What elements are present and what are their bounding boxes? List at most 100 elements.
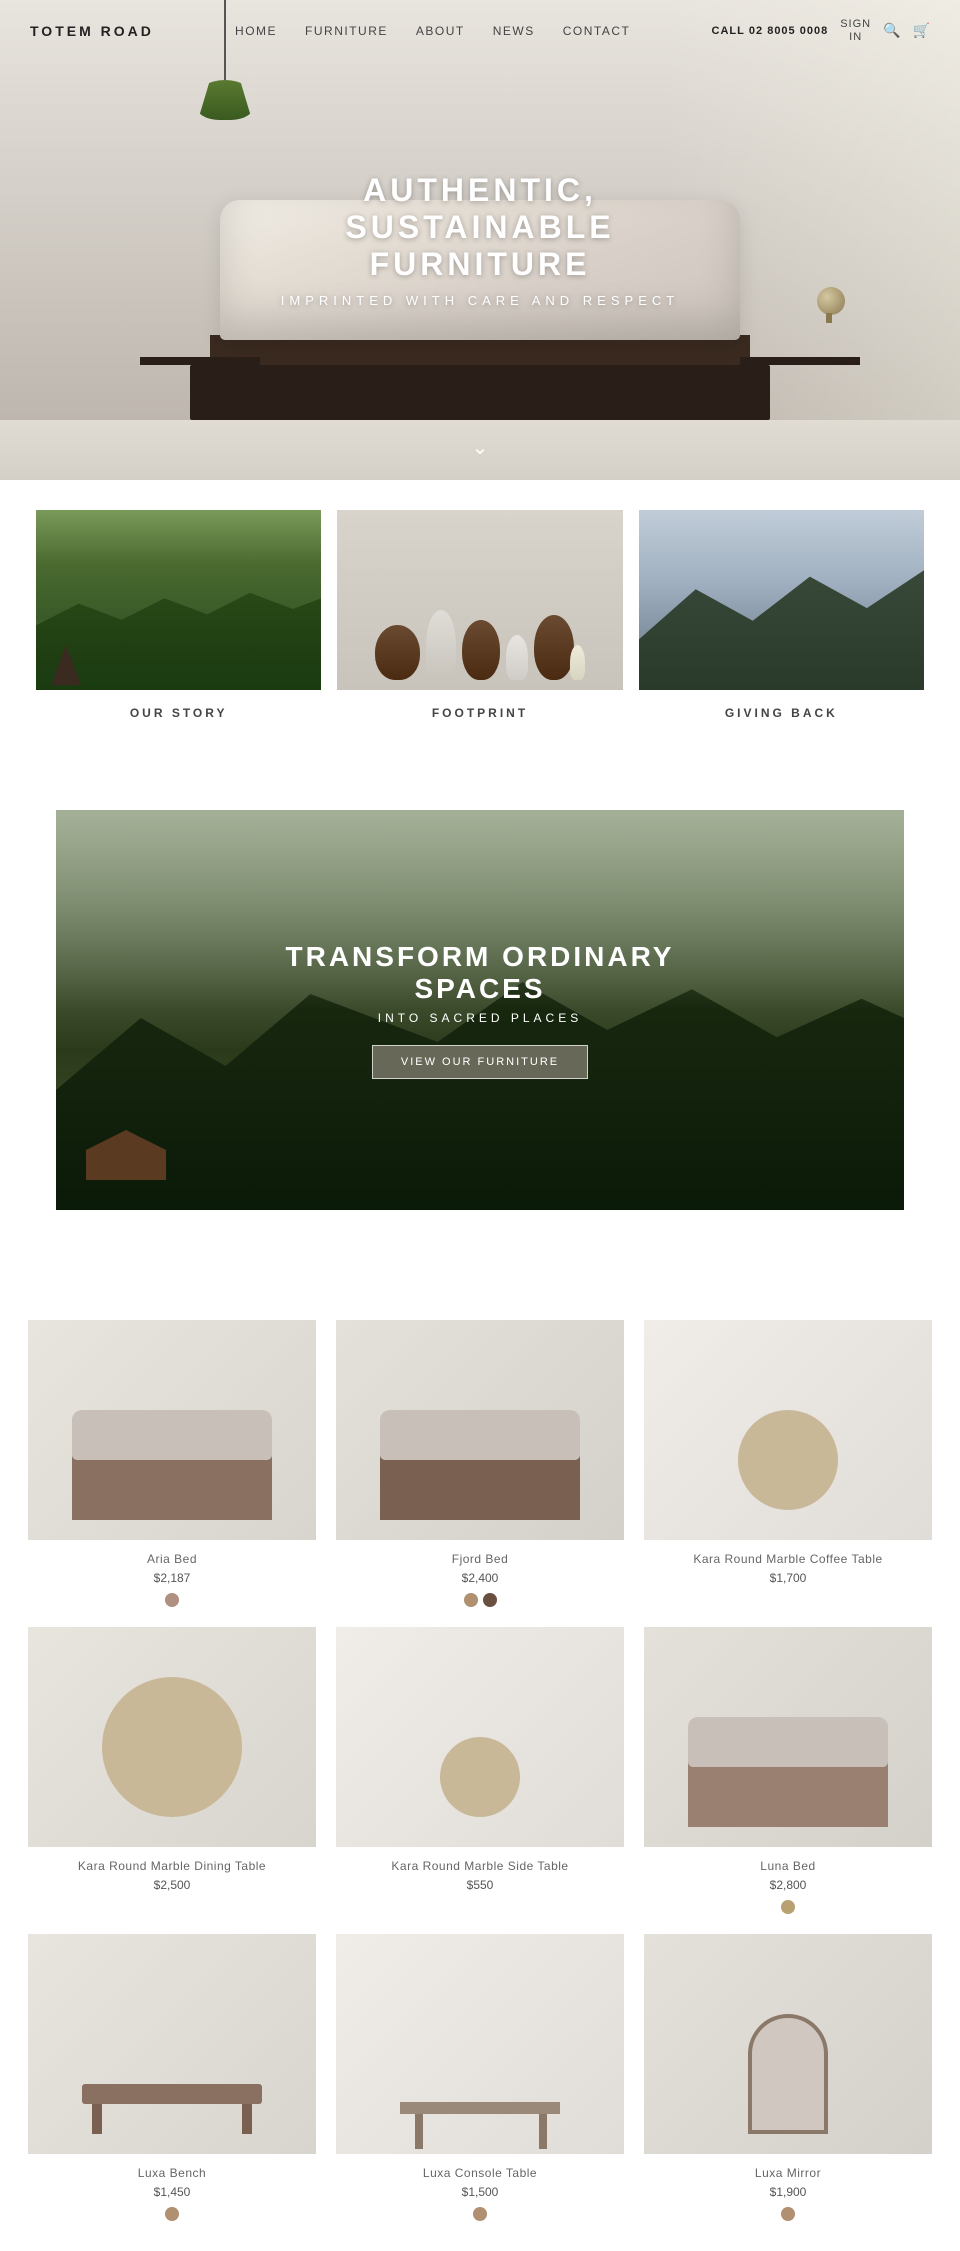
swatch-light[interactable] [464,1593,478,1607]
search-icon[interactable]: 🔍 [883,23,900,40]
swatches-luna-bed [644,1900,932,1914]
product-image-luxa-console [336,1934,624,2154]
product-kara-side-table[interactable]: Kara Round Marble Side Table $550 [336,1627,624,1914]
call-label: CALL [712,25,745,37]
mirror-shape [748,2014,828,2134]
product-luna-bed[interactable]: Luna Bed $2,800 [644,1627,932,1914]
product-price-luxa-console: $1,500 [336,2185,624,2199]
bench-shape [82,2084,262,2104]
product-luxa-console[interactable]: Luxa Console Table $1,500 [336,1934,624,2221]
cart-icon[interactable]: 🛒 [913,23,930,40]
swatch-bench[interactable] [165,2207,179,2221]
col-giving-back[interactable]: GIVING BACK [631,510,932,720]
product-price-kara-coffee: $1,700 [644,1571,932,1585]
footprint-image-container [337,510,622,690]
globe-lamp-neck [826,313,832,323]
product-name-luxa-bench: Luxa Bench [28,2166,316,2180]
product-image-luna-bed [644,1627,932,1847]
product-name-kara-dining: Kara Round Marble Dining Table [28,1859,316,1873]
product-luxa-mirror[interactable]: Luxa Mirror $1,900 [644,1934,932,2221]
product-name-luna-bed: Luna Bed [644,1859,932,1873]
nav-news[interactable]: NEWS [493,24,535,38]
candles-image [337,510,622,690]
hero-title: AUTHENTIC, SUSTAINABLE FURNITURE [240,172,720,283]
giving-back-label: GIVING BACK [639,706,924,720]
forest-image [36,510,321,690]
round-table-shape [738,1410,838,1510]
swatches-luxa-console [336,2207,624,2221]
candle-3 [570,645,585,680]
side-table-right [740,357,860,365]
hero-text-block: AUTHENTIC, SUSTAINABLE FURNITURE IMPRINT… [240,172,720,308]
pendant-shade [195,80,255,120]
product-price-luna-bed: $2,800 [644,1878,932,1892]
swatch-1[interactable] [165,1593,179,1607]
bed-shape-luna [688,1747,888,1827]
product-price-luxa-bench: $1,450 [28,2185,316,2199]
swatches-fjord-bed [336,1593,624,1607]
col-footprint[interactable]: FOOTPRINT [329,510,630,720]
our-story-image [36,510,321,690]
product-price-kara-side: $550 [336,1878,624,1892]
log-2 [462,620,500,680]
product-aria-bed[interactable]: Aria Bed $2,187 [28,1320,316,1607]
product-price-aria-bed: $2,187 [28,1571,316,1585]
navigation: TOTEM ROAD HOME FURNITURE ABOUT NEWS CON… [0,0,960,62]
three-column-section: OUR STORY FOOTPRINT GIVING BACK [0,480,960,750]
phone-number[interactable]: 02 8005 0008 [749,25,828,37]
forest-banner-title: TRANSFORM ORDINARY SPACES [268,941,692,1005]
side-table-shape [440,1737,520,1817]
hero-scroll-chevron[interactable]: ⌄ [472,435,489,460]
swatches-aria-bed [28,1593,316,1607]
product-image-luxa-mirror [644,1934,932,2154]
dining-table-shape [102,1677,242,1817]
bed-platform [190,365,770,420]
product-name-kara-coffee: Kara Round Marble Coffee Table [644,1552,932,1566]
nav-contact[interactable]: CONTACT [563,24,631,38]
product-kara-coffee-table[interactable]: Kara Round Marble Coffee Table $1,700 [644,1320,932,1607]
product-price-kara-dining: $2,500 [28,1878,316,1892]
nav-call-info: CALL 02 8005 0008 [712,25,829,37]
swatch-mirror[interactable] [781,2207,795,2221]
product-price-luxa-mirror: $1,900 [644,2185,932,2199]
swatch-console[interactable] [473,2207,487,2221]
product-fjord-bed[interactable]: Fjord Bed $2,400 [336,1320,624,1607]
nav-links: HOME FURNITURE ABOUT NEWS CONTACT [235,24,630,38]
side-table-left [140,357,260,365]
swatch-luna[interactable] [781,1900,795,1914]
view-furniture-button[interactable]: VIEW OUR FURNITURE [372,1045,588,1079]
product-name-luxa-mirror: Luxa Mirror [644,2166,932,2180]
col-our-story[interactable]: OUR STORY [28,510,329,720]
candle-2 [506,635,528,680]
product-name-luxa-console: Luxa Console Table [336,2166,624,2180]
product-price-fjord-bed: $2,400 [336,1571,624,1585]
product-image-kara-coffee [644,1320,932,1540]
nav-right: CALL 02 8005 0008 SIGNIN 🔍 🛒 [712,18,930,44]
swatches-luxa-bench [28,2207,316,2221]
product-image-fjord-bed [336,1320,624,1540]
products-grid: Aria Bed $2,187 Fjord Bed $2,400 Kara Ro… [28,1320,932,2221]
product-luxa-bench[interactable]: Luxa Bench $1,450 [28,1934,316,2221]
bed-shape-aria [72,1440,272,1520]
nav-about[interactable]: ABOUT [416,24,465,38]
log-3 [534,615,574,680]
swatches-luxa-mirror [644,2207,932,2221]
mountains-image [639,510,924,690]
product-kara-dining-table[interactable]: Kara Round Marble Dining Table $2,500 [28,1627,316,1914]
spacer-1 [0,750,960,810]
nav-furniture[interactable]: FURNITURE [305,24,388,38]
hero-subtitle: IMPRINTED WITH CARE AND RESPECT [240,293,720,308]
product-image-kara-dining [28,1627,316,1847]
hero-section: AUTHENTIC, SUSTAINABLE FURNITURE IMPRINT… [0,0,960,480]
our-story-label: OUR STORY [36,706,321,720]
candle-1 [426,610,456,680]
product-image-luxa-bench [28,1934,316,2154]
swatch-dark[interactable] [483,1593,497,1607]
nav-home[interactable]: HOME [235,24,277,38]
product-name-kara-side: Kara Round Marble Side Table [336,1859,624,1873]
forest-banner-wrap: TRANSFORM ORDINARY SPACES INTO SACRED PL… [0,810,960,1210]
signin-button[interactable]: SIGNIN [840,18,871,44]
globe-lamp [817,287,845,315]
site-logo[interactable]: TOTEM ROAD [30,23,154,39]
forest-banner-subtitle: INTO SACRED PLACES [268,1011,692,1025]
